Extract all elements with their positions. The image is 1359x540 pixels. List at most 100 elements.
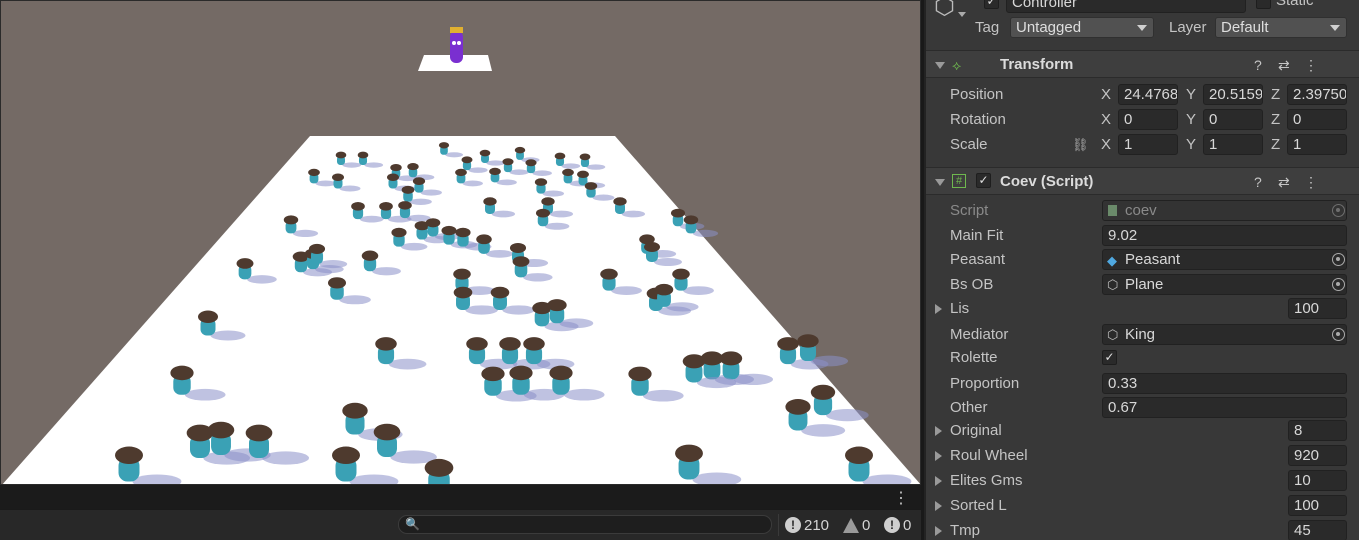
scene-view[interactable] bbox=[0, 0, 921, 485]
field-row-tmp: Tmp 45 bbox=[926, 518, 1359, 540]
collapse-caret-icon[interactable] bbox=[935, 179, 945, 186]
warning-count: 0 bbox=[862, 516, 871, 534]
warning-counter[interactable]: 0 bbox=[843, 514, 870, 536]
field-row-script: Script coev bbox=[926, 198, 1359, 223]
peasant-hat bbox=[387, 173, 399, 182]
enabled-checkbox[interactable]: ✓ bbox=[976, 173, 991, 188]
peasant-shadow bbox=[372, 267, 401, 276]
peasant-hat bbox=[207, 421, 235, 439]
object-name-field[interactable]: Controller bbox=[1006, 0, 1246, 13]
object-picker-icon[interactable] bbox=[1332, 328, 1345, 341]
rotation-z-field[interactable]: 0 bbox=[1287, 109, 1347, 130]
foldout-arrow-icon[interactable] bbox=[935, 501, 942, 511]
peasant-object-field[interactable]: Peasant bbox=[1102, 249, 1347, 270]
peasant-hat bbox=[357, 151, 369, 159]
roul-wheel-size-field[interactable]: 920 bbox=[1288, 445, 1347, 466]
peasant-shadow bbox=[542, 190, 565, 197]
scale-y-field[interactable]: 1 bbox=[1203, 134, 1263, 155]
component-menu-icon[interactable]: ⋮ bbox=[1304, 57, 1318, 74]
lis-size-field[interactable]: 100 bbox=[1288, 298, 1347, 319]
peasant-shadow bbox=[642, 389, 684, 402]
sorted-l-label: Sorted L bbox=[950, 497, 1007, 514]
peasant-shadow bbox=[733, 373, 774, 385]
peasant-hat bbox=[391, 227, 407, 238]
foldout-arrow-icon[interactable] bbox=[935, 476, 942, 486]
peasant-hat bbox=[425, 218, 441, 228]
axis-z-label: Z bbox=[1271, 86, 1281, 103]
other-field[interactable]: 0.67 bbox=[1102, 397, 1347, 418]
position-y-field[interactable]: 20.5159 bbox=[1203, 84, 1263, 105]
tag-dropdown[interactable]: Untagged bbox=[1010, 17, 1154, 38]
inspector-panel: ⬡ ✓ Controller Static Tag Untagged Layer… bbox=[924, 0, 1359, 540]
scale-row: Scale ⛓ X 1 Y 1 Z 1 bbox=[926, 132, 1359, 157]
bs-ob-object-field[interactable]: Plane bbox=[1102, 274, 1347, 295]
peasant-hat bbox=[535, 208, 551, 218]
transform-header[interactable]: ⟡ Transform ? ⇄ ⋮ bbox=[926, 50, 1359, 78]
field-row-original: Original 8 bbox=[926, 418, 1359, 443]
position-x-field[interactable]: 24.4768 bbox=[1118, 84, 1178, 105]
original-size-field[interactable]: 8 bbox=[1288, 420, 1347, 441]
king-figure bbox=[450, 27, 463, 63]
console-search-input[interactable]: 🔍 bbox=[398, 515, 772, 534]
peasant-hat bbox=[351, 202, 365, 211]
peasant-hat bbox=[115, 446, 143, 465]
elites-gms-size-field[interactable]: 10 bbox=[1288, 470, 1347, 491]
peasant-hat bbox=[407, 163, 419, 171]
rotation-y-field[interactable]: 0 bbox=[1203, 109, 1263, 130]
constrain-proportions-icon[interactable]: ⛓ bbox=[1072, 137, 1089, 153]
peasant-shadow bbox=[563, 388, 605, 401]
foldout-arrow-icon[interactable] bbox=[935, 526, 942, 536]
static-checkbox[interactable] bbox=[1256, 0, 1271, 9]
object-picker-icon[interactable] bbox=[1332, 278, 1345, 291]
peasant-hat bbox=[461, 156, 473, 164]
peasant-hat bbox=[509, 365, 533, 381]
peasant-shadow bbox=[468, 167, 488, 173]
field-row-main-fit: Main Fit 9.02 bbox=[926, 223, 1359, 248]
rolette-checkbox[interactable]: ✓ bbox=[1102, 350, 1117, 365]
peasant-shadow bbox=[692, 229, 719, 238]
main-fit-field[interactable]: 9.02 bbox=[1102, 225, 1347, 246]
proportion-field[interactable]: 0.33 bbox=[1102, 373, 1347, 394]
foldout-arrow-icon[interactable] bbox=[935, 451, 942, 461]
scale-z-field[interactable]: 1 bbox=[1287, 134, 1347, 155]
object-picker-icon[interactable] bbox=[1332, 253, 1345, 266]
peasant-shadow bbox=[486, 160, 505, 166]
field-row-proportion: Proportion 0.33 bbox=[926, 371, 1359, 396]
peasant-hat bbox=[455, 227, 471, 238]
scene-canvas[interactable] bbox=[1, 1, 921, 485]
position-z-field[interactable]: 2.39750 bbox=[1287, 84, 1347, 105]
coev-title: Coev (Script) bbox=[1000, 173, 1094, 190]
collapse-caret-icon[interactable] bbox=[935, 62, 945, 69]
mediator-object-field[interactable]: King bbox=[1102, 324, 1347, 345]
log-counter[interactable]: ! 210 bbox=[785, 514, 829, 536]
peasant-shadow bbox=[801, 424, 846, 437]
sorted-l-size-field[interactable]: 100 bbox=[1288, 495, 1347, 516]
log-count: 210 bbox=[804, 516, 830, 534]
error-counter[interactable]: ! 0 bbox=[884, 514, 911, 536]
tmp-size-field[interactable]: 45 bbox=[1288, 520, 1347, 540]
scale-x-field[interactable]: 1 bbox=[1118, 134, 1178, 155]
layer-dropdown[interactable]: Default bbox=[1215, 17, 1347, 38]
more-options-icon[interactable]: ⋮ bbox=[893, 488, 909, 508]
foldout-arrow-icon[interactable] bbox=[935, 304, 942, 314]
icon-picker-caret[interactable] bbox=[958, 12, 966, 17]
preset-icon[interactable]: ⇄ bbox=[1278, 174, 1290, 191]
peasant-hat bbox=[502, 158, 514, 166]
coev-script-header[interactable]: # ✓ Coev (Script) ? ⇄ ⋮ bbox=[926, 167, 1359, 195]
field-row-roul-wheel: Roul Wheel 920 bbox=[926, 443, 1359, 468]
help-icon[interactable]: ? bbox=[1254, 57, 1262, 73]
field-row-bs-ob: Bs OB Plane ⬡ bbox=[926, 272, 1359, 297]
peasant-shadow bbox=[611, 286, 642, 295]
rolette-label: Rolette bbox=[950, 349, 998, 366]
rotation-x-field[interactable]: 0 bbox=[1118, 109, 1178, 130]
foldout-arrow-icon[interactable] bbox=[935, 426, 942, 436]
peasant-hat bbox=[466, 337, 488, 351]
peasant-hat bbox=[600, 268, 618, 280]
component-menu-icon[interactable]: ⋮ bbox=[1304, 174, 1318, 191]
original-label: Original bbox=[950, 422, 1002, 439]
preset-icon[interactable]: ⇄ bbox=[1278, 57, 1290, 74]
active-checkbox[interactable]: ✓ bbox=[984, 0, 999, 9]
peasant-shadow bbox=[210, 330, 246, 341]
console-toolbar: 🔍 ! 210 0 ! 0 bbox=[0, 509, 921, 540]
help-icon[interactable]: ? bbox=[1254, 174, 1262, 190]
